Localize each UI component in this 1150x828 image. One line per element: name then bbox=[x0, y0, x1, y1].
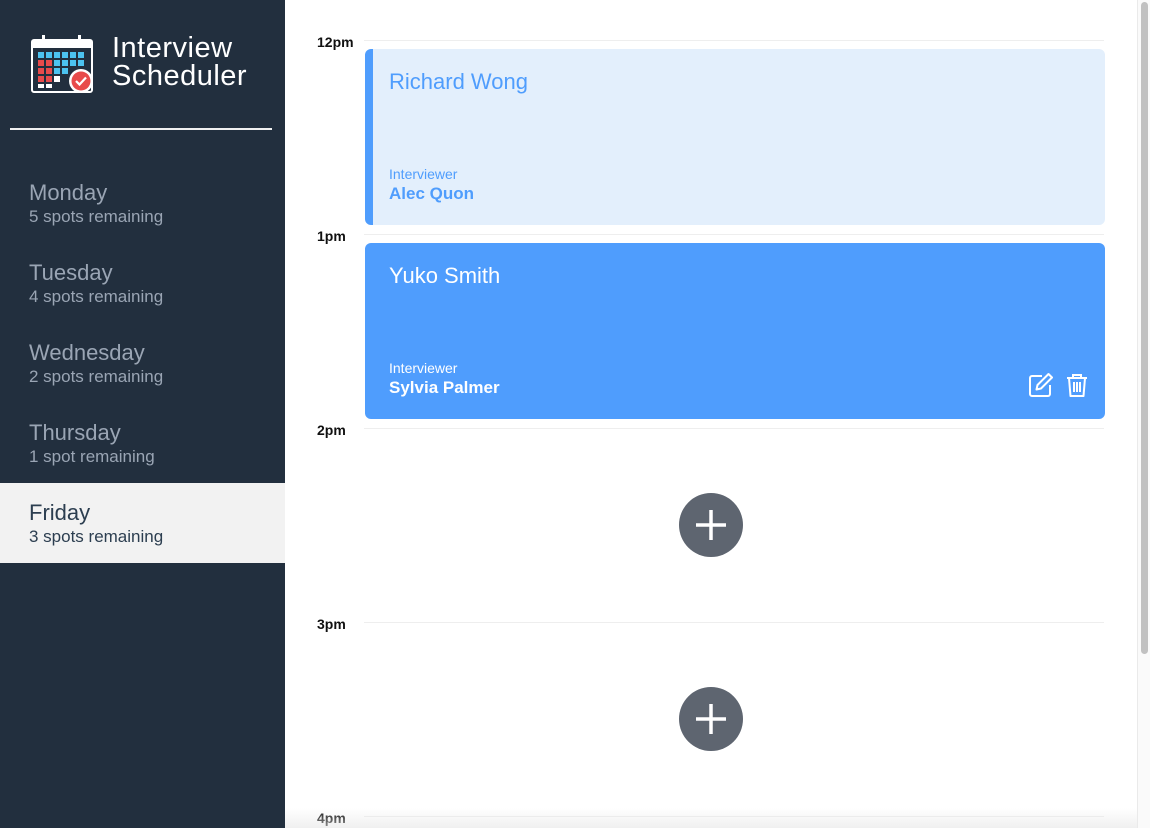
add-appointment-button[interactable] bbox=[679, 493, 743, 557]
time-slot-2pm: 2pm bbox=[285, 390, 1137, 584]
scrollbar[interactable] bbox=[1137, 0, 1150, 828]
day-name: Wednesday bbox=[29, 340, 145, 365]
add-appointment-button[interactable] bbox=[679, 687, 743, 751]
schedule: 12pm Richard Wong Interviewer Alec Quon … bbox=[285, 0, 1137, 828]
day-name: Monday bbox=[29, 180, 108, 205]
time-label: 3pm bbox=[317, 616, 346, 632]
sidebar: Interview Scheduler Monday 5 spots remai… bbox=[0, 0, 285, 828]
time-slot-1pm: 1pm Yuko Smith Interviewer Sylvia Palmer bbox=[285, 196, 1137, 419]
day-item-friday[interactable]: Friday 3 spots remaining bbox=[0, 483, 285, 563]
day-name: Friday bbox=[29, 500, 91, 525]
day-item-tuesday[interactable]: Tuesday 4 spots remaining bbox=[0, 243, 285, 323]
day-item-monday[interactable]: Monday 5 spots remaining bbox=[0, 163, 285, 243]
app-title-line1: Interview bbox=[112, 32, 233, 64]
plus-icon bbox=[696, 510, 726, 540]
time-divider bbox=[364, 816, 1104, 817]
day-item-wednesday[interactable]: Wednesday 2 spots remaining bbox=[0, 323, 285, 403]
student-name: Richard Wong bbox=[389, 69, 528, 94]
sidebar-divider bbox=[10, 128, 272, 130]
time-slot-4pm: 4pm bbox=[285, 778, 1137, 828]
time-label: 12pm bbox=[317, 34, 354, 50]
day-spots: 2 spots remaining bbox=[29, 367, 164, 386]
time-divider bbox=[364, 40, 1104, 41]
day-name: Tuesday bbox=[29, 260, 113, 285]
day-item-thursday[interactable]: Thursday 1 spot remaining bbox=[0, 403, 285, 483]
app-title-line2: Scheduler bbox=[112, 60, 248, 92]
time-label: 2pm bbox=[317, 422, 346, 438]
day-name: Thursday bbox=[29, 420, 121, 445]
day-spots: 3 spots remaining bbox=[29, 527, 164, 546]
plus-icon bbox=[696, 704, 726, 734]
student-name: Yuko Smith bbox=[389, 263, 501, 288]
interviewer-label: Interviewer bbox=[389, 360, 458, 376]
app-title: Interview Scheduler bbox=[112, 32, 248, 92]
day-spots: 4 spots remaining bbox=[29, 287, 164, 306]
interviewer-label: Interviewer bbox=[389, 166, 458, 182]
day-spots: 5 spots remaining bbox=[29, 207, 164, 226]
time-label: 1pm bbox=[317, 228, 346, 244]
time-slot-12pm: 12pm Richard Wong Interviewer Alec Quon bbox=[285, 2, 1137, 225]
day-list: Monday 5 spots remaining Tuesday 4 spots… bbox=[0, 163, 285, 563]
time-divider bbox=[364, 622, 1104, 623]
time-slot-3pm: 3pm bbox=[285, 584, 1137, 778]
day-spots: 1 spot remaining bbox=[29, 447, 155, 466]
scrollbar-thumb[interactable] bbox=[1141, 2, 1148, 654]
brand: Interview Scheduler bbox=[30, 34, 247, 96]
time-label: 4pm bbox=[317, 810, 346, 826]
calendar-check-icon bbox=[31, 35, 93, 93]
time-divider bbox=[364, 428, 1104, 429]
time-divider bbox=[364, 234, 1104, 235]
